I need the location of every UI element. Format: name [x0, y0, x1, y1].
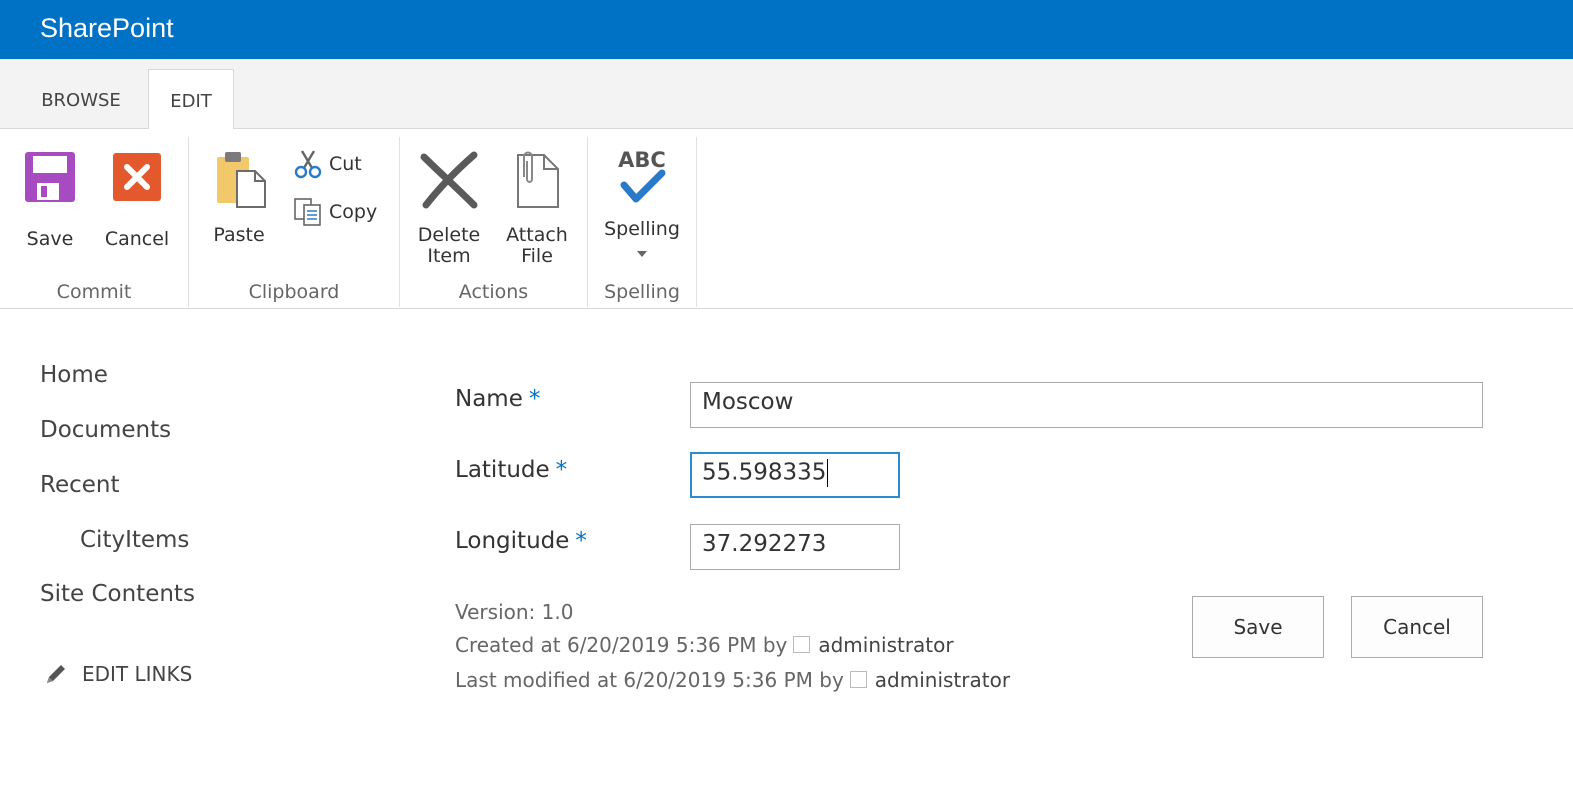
modified-by-user[interactable]: administrator: [875, 668, 1010, 692]
ribbon-copy-button[interactable]: Copy: [293, 197, 377, 227]
group-title-commit: Commit: [56, 281, 132, 303]
edit-links-label: EDIT LINKS: [82, 662, 193, 686]
cancel-icon: [113, 153, 161, 201]
presence-icon: [849, 671, 867, 688]
tab-browse[interactable]: BROWSE: [22, 69, 140, 129]
created-info: Created at 6/20/2019 5:36 PM by administr…: [455, 633, 954, 657]
edit-links-button[interactable]: EDIT LINKS: [44, 662, 192, 686]
ribbon-tabs: BROWSE EDIT: [0, 59, 1573, 130]
form-save-button[interactable]: Save: [1192, 596, 1324, 658]
created-text: Created at 6/20/2019 5:36 PM by: [455, 633, 788, 657]
form-cancel-button[interactable]: Cancel: [1351, 596, 1483, 658]
ribbon-copy-label: Copy: [329, 201, 378, 223]
created-by-user[interactable]: administrator: [818, 633, 953, 657]
nav-item-cityitems[interactable]: CityItems: [80, 527, 189, 553]
ribbon-cancel-label: Cancel: [104, 228, 170, 250]
ribbon-group-commit: Save Cancel Commit: [0, 137, 189, 307]
ribbon-group-actions: Delete Item Attach File Actions: [400, 137, 588, 307]
ribbon: Save Cancel Commit Paste Cut Copy Clipbo…: [0, 129, 1573, 309]
ribbon-spelling-button[interactable]: ABC Spelling: [596, 145, 688, 260]
group-title-clipboard: Clipboard: [248, 281, 340, 303]
save-icon: [25, 152, 75, 202]
ribbon-attach-file-button[interactable]: Attach File: [500, 149, 574, 267]
ribbon-delete-label-2: Item: [427, 245, 471, 267]
name-label: Name *: [455, 386, 540, 412]
cut-icon: [294, 150, 322, 179]
brand-title[interactable]: SharePoint: [40, 13, 174, 44]
ribbon-attach-label-2: File: [521, 245, 553, 267]
ribbon-attach-label-1: Attach: [506, 224, 568, 246]
nav-item-home[interactable]: Home: [40, 362, 108, 388]
latitude-field[interactable]: 55.598335: [690, 452, 900, 498]
dropdown-arrow-icon[interactable]: [636, 248, 648, 260]
ribbon-delete-label-1: Delete: [417, 224, 481, 246]
attach-icon: [517, 151, 559, 208]
ribbon-spelling-label: Spelling: [604, 218, 680, 240]
ribbon-save-label: Save: [26, 228, 74, 250]
spelling-icon: ABC: [618, 148, 666, 203]
longitude-label-text: Longitude: [455, 528, 570, 554]
name-field[interactable]: Moscow: [690, 382, 1483, 428]
paste-icon: [217, 152, 266, 208]
longitude-field[interactable]: 37.292273: [690, 524, 900, 570]
longitude-label: Longitude *: [455, 528, 587, 554]
ribbon-cut-button[interactable]: Cut: [293, 149, 362, 179]
presence-icon: [793, 636, 811, 653]
pencil-icon: [47, 665, 65, 683]
tab-edit[interactable]: EDIT: [148, 69, 234, 130]
version-text: Version: 1.0: [455, 600, 574, 624]
longitude-field-value: 37.292273: [702, 531, 827, 557]
ribbon-cancel-button[interactable]: Cancel: [101, 151, 173, 250]
latitude-field-value: 55.598335: [702, 459, 827, 486]
required-marker: *: [555, 457, 568, 483]
modified-text: Last modified at 6/20/2019 5:36 PM by: [455, 668, 844, 692]
ribbon-paste-button[interactable]: Paste: [203, 149, 275, 246]
nav-item-site-contents[interactable]: Site Contents: [40, 581, 195, 607]
spelling-icon-text: ABC: [618, 148, 666, 172]
ribbon-group-spelling: ABC Spelling Spelling: [588, 137, 697, 307]
modified-info: Last modified at 6/20/2019 5:36 PM by adm…: [455, 668, 1010, 692]
latitude-label-text: Latitude: [455, 457, 550, 483]
suite-bar: SharePoint: [0, 0, 1573, 59]
ribbon-delete-item-button[interactable]: Delete Item: [412, 149, 486, 267]
ribbon-cut-label: Cut: [329, 153, 362, 175]
nav-item-recent[interactable]: Recent: [40, 472, 120, 498]
delete-icon: [420, 151, 478, 209]
copy-icon: [294, 198, 321, 226]
latitude-label: Latitude *: [455, 457, 567, 483]
group-title-spelling: Spelling: [604, 281, 680, 303]
required-marker: *: [528, 386, 541, 412]
ribbon-group-clipboard: Paste Cut Copy Clipboard: [189, 137, 400, 307]
name-label-text: Name: [455, 386, 523, 412]
name-field-value: Moscow: [702, 389, 794, 415]
ribbon-save-button[interactable]: Save: [14, 151, 86, 250]
group-title-actions: Actions: [458, 281, 529, 303]
nav-item-documents[interactable]: Documents: [40, 417, 171, 443]
text-caret: [827, 459, 829, 487]
required-marker: *: [575, 528, 587, 554]
ribbon-paste-label: Paste: [213, 224, 265, 246]
